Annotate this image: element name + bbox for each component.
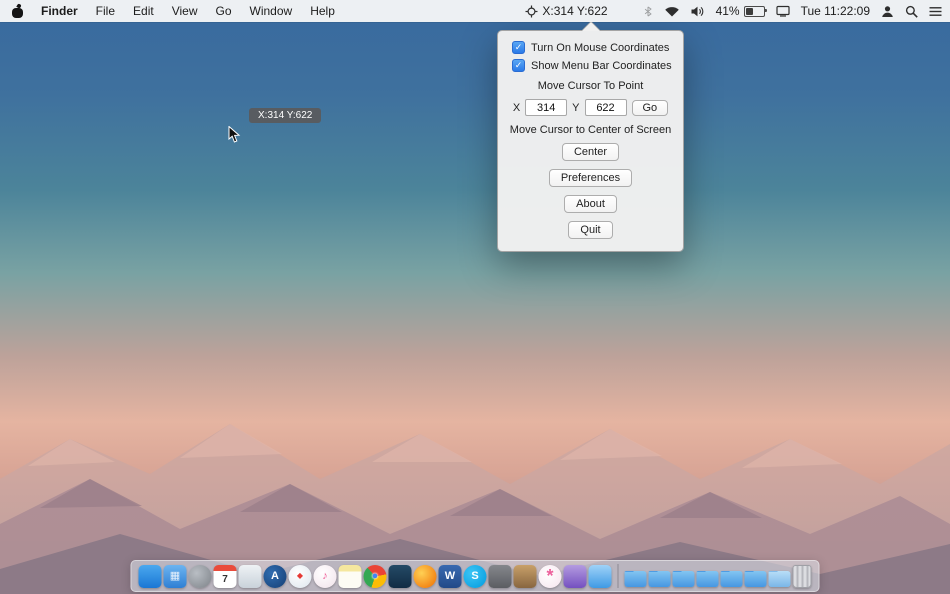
battery-percent-text: 41% — [715, 4, 740, 18]
mail-icon[interactable] — [238, 564, 262, 588]
wifi-icon[interactable] — [664, 6, 680, 17]
safari-icon[interactable]: ◆ — [288, 564, 312, 588]
photos-icon[interactable]: * — [538, 564, 562, 588]
display-icon[interactable] — [776, 5, 790, 17]
battery-status[interactable]: 41% — [715, 4, 767, 18]
virtualbox-icon[interactable] — [588, 564, 612, 588]
y-label: Y — [572, 101, 580, 114]
downloads-folder-icon[interactable] — [768, 570, 791, 587]
center-button[interactable]: Center — [561, 143, 620, 161]
turn-on-mouse-coordinates-label: Turn On Mouse Coordinates — [531, 41, 670, 54]
app-store-icon[interactable]: A — [263, 564, 287, 588]
menu-file[interactable]: File — [87, 0, 124, 22]
word-icon[interactable]: W — [438, 564, 462, 588]
coordinate-input-row: X Y Go — [508, 99, 673, 116]
move-cursor-to-center-title: Move Cursor to Center of Screen — [509, 124, 672, 136]
brown-app-icon[interactable] — [513, 564, 537, 588]
mouse-cursor — [228, 126, 241, 143]
menubar-coordinates-text: X:314 Y:622 — [542, 4, 608, 18]
chrome-icon[interactable]: ● — [363, 564, 387, 588]
menu-view[interactable]: View — [163, 0, 207, 22]
crosshair-icon — [525, 5, 538, 17]
gray-app-icon[interactable] — [488, 564, 512, 588]
menubar-coordinates-option: ✓ Show Menu Bar Coordinates — [512, 59, 673, 72]
volume-icon[interactable] — [691, 6, 705, 17]
navy-app-icon[interactable] — [388, 564, 412, 588]
dashboard-icon[interactable] — [188, 564, 212, 588]
itunes-icon[interactable]: ♪ — [313, 564, 337, 588]
dock-folder-icon[interactable] — [672, 570, 695, 587]
desktop: Finder File Edit View Go Window Help X:3… — [0, 0, 950, 594]
menu-bar: Finder File Edit View Go Window Help X:3… — [0, 0, 950, 22]
y-input[interactable] — [584, 99, 627, 116]
menu-edit[interactable]: Edit — [124, 0, 163, 22]
show-menu-bar-coordinates-checkbox[interactable]: ✓ — [512, 59, 525, 72]
menu-finder[interactable]: Finder — [32, 0, 87, 22]
cursor-coordinates-tooltip: X:314 Y:622 — [249, 108, 322, 123]
menubar-clock[interactable]: Tue 11:22:09 — [801, 4, 870, 18]
turn-on-mouse-coordinates-checkbox[interactable]: ✓ — [512, 41, 525, 54]
bluetooth-icon[interactable] — [643, 5, 653, 18]
launchpad-icon[interactable]: ▦ — [163, 564, 187, 588]
notification-center-icon[interactable] — [929, 6, 942, 17]
apple-menu-icon[interactable] — [12, 4, 24, 18]
dock-separator — [617, 564, 619, 588]
x-label: X — [512, 101, 521, 114]
go-button[interactable]: Go — [631, 99, 669, 116]
quit-button[interactable]: Quit — [568, 221, 613, 239]
menu-help[interactable]: Help — [301, 0, 344, 22]
dock-folder-icon[interactable] — [744, 570, 767, 587]
firefox-icon[interactable] — [413, 564, 437, 588]
finder-icon[interactable] — [138, 564, 162, 588]
menubar-coordinates-item[interactable]: X:314 Y:622 — [525, 4, 608, 18]
move-cursor-to-point-title: Move Cursor To Point — [537, 80, 644, 92]
dock-folder-icon[interactable] — [624, 570, 647, 587]
about-button[interactable]: About — [564, 195, 617, 213]
coordinates-popover: ✓ Turn On Mouse Coordinates ✓ Show Menu … — [497, 21, 684, 252]
dock-folder-icon[interactable] — [648, 570, 671, 587]
popover-button-stack: Center Preferences About Quit — [508, 143, 673, 239]
purple-box-app-icon[interactable] — [563, 564, 587, 588]
battery-icon — [743, 5, 767, 17]
trash-icon[interactable] — [792, 565, 812, 588]
dock: ▦ 7 A ◆ ♪ ● W S * — [130, 560, 820, 592]
mouse-coordinates-option: ✓ Turn On Mouse Coordinates — [512, 41, 673, 54]
show-menu-bar-coordinates-label: Show Menu Bar Coordinates — [531, 59, 672, 72]
search-icon[interactable] — [905, 5, 918, 18]
menu-go[interactable]: Go — [207, 0, 241, 22]
x-input[interactable] — [525, 99, 568, 116]
user-icon[interactable] — [881, 5, 894, 18]
notes-icon[interactable] — [338, 564, 362, 588]
menu-window[interactable]: Window — [241, 0, 302, 22]
preferences-button[interactable]: Preferences — [548, 169, 633, 187]
skype-icon[interactable]: S — [463, 564, 487, 588]
dock-folder-icon[interactable] — [696, 570, 719, 587]
dock-folder-icon[interactable] — [720, 570, 743, 587]
calendar-icon[interactable]: 7 — [213, 564, 237, 588]
